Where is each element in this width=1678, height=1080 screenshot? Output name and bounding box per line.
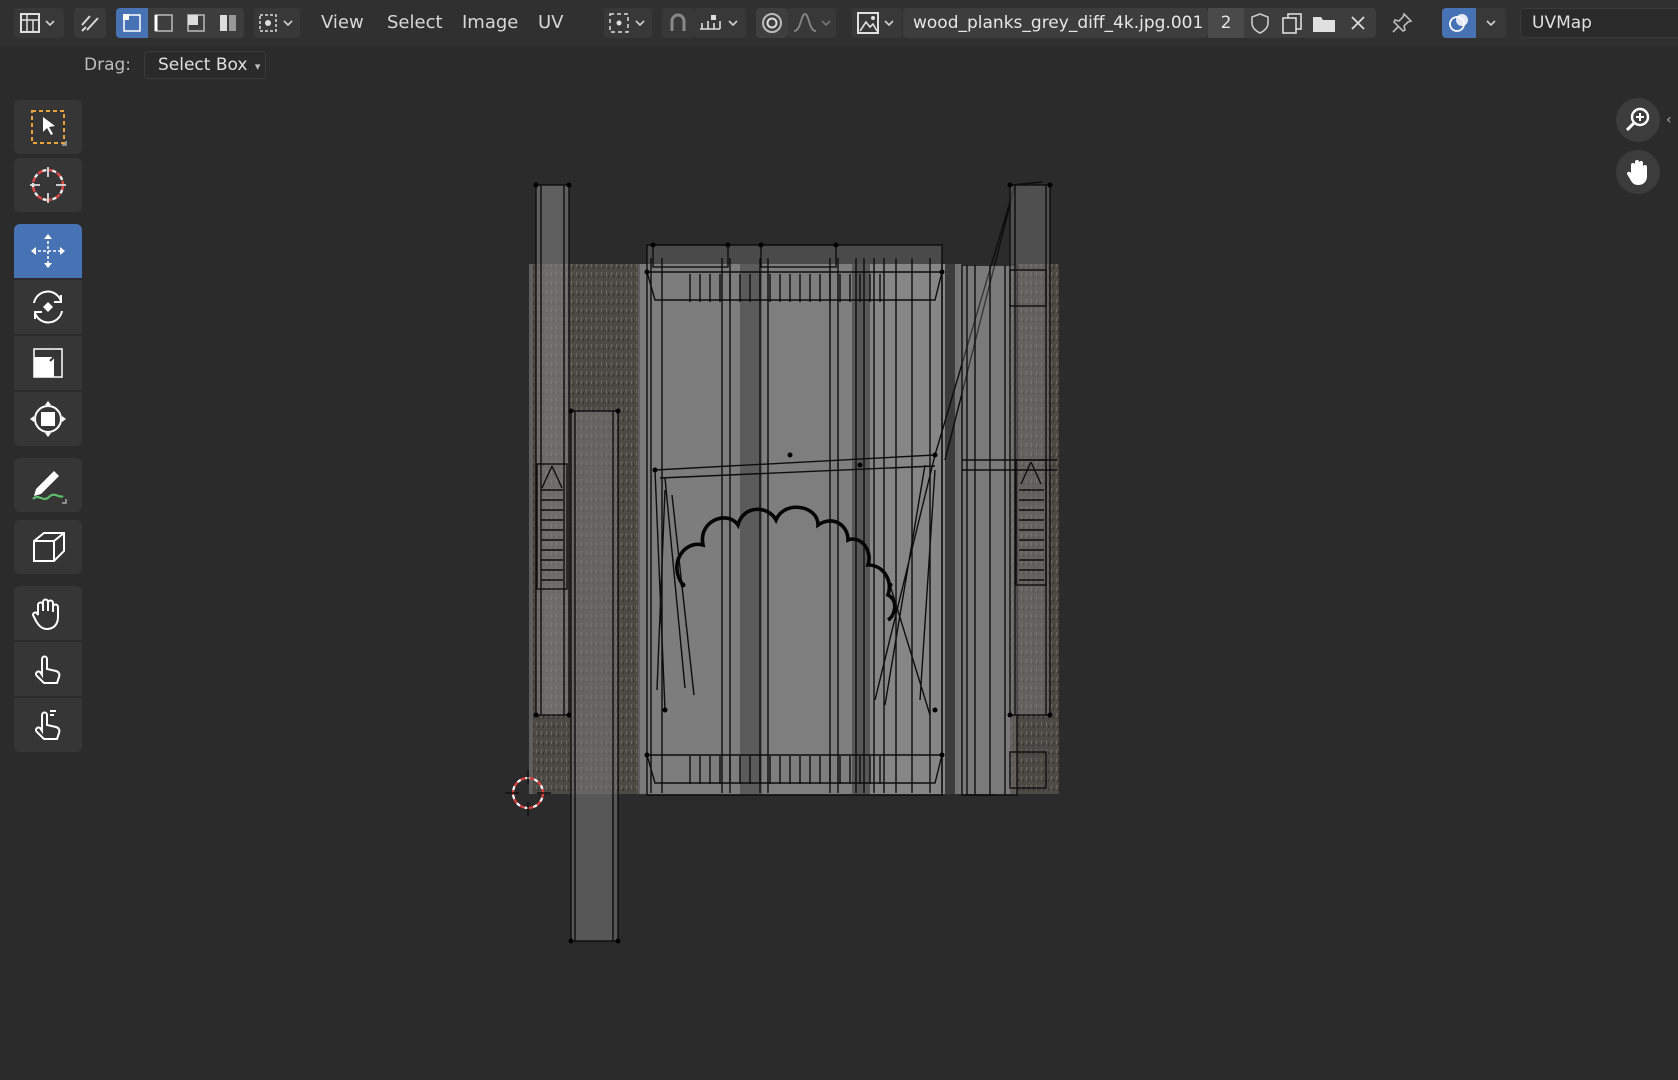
uv-viewport[interactable] [0,0,1678,1080]
